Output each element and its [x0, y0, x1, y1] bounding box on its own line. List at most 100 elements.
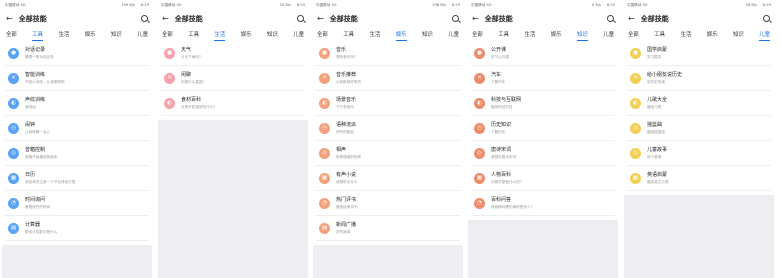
- tab-0[interactable]: 全部: [6, 30, 17, 38]
- tab-2[interactable]: 生活: [524, 30, 535, 38]
- skill-item[interactable]: ● 天气 今天下雨吗？: [161, 41, 305, 66]
- skill-item[interactable]: ◎ 儿童故事 讲个故事: [627, 141, 771, 166]
- skill-item[interactable]: ✕ 智能训练 不如小训练，让我更聪明: [5, 66, 149, 91]
- skill-item[interactable]: ◐ 场景音乐 下午茶音乐: [316, 91, 460, 116]
- tab-3[interactable]: 娱乐: [707, 30, 718, 38]
- tab-4[interactable]: 知识: [733, 30, 744, 38]
- skill-texts: 新闻广播 好的新闻: [336, 221, 356, 235]
- skill-texts: 音乐推荐 为你推荐好听的: [336, 71, 361, 85]
- category-tabs: 全部 工具 生活 娱乐 知识 儿童: [624, 27, 774, 41]
- tab-4[interactable]: 知识: [422, 30, 433, 38]
- back-arrow-icon[interactable]: ←: [162, 14, 169, 23]
- skill-item[interactable]: ◐ 儿歌大全 播放儿歌: [627, 91, 771, 116]
- tab-3[interactable]: 娱乐: [551, 30, 562, 38]
- tab-2[interactable]: 生活: [369, 30, 380, 38]
- tab-5[interactable]: 儿童: [759, 30, 770, 41]
- skill-item[interactable]: ◷ 闹钟 让我再睡一会儿: [5, 116, 149, 141]
- network-speed: 298 B/s: [432, 3, 446, 7]
- skill-item[interactable]: ◐ 食材百科 总是不知道该吃什么？: [161, 91, 305, 116]
- skill-texts: 汽车 了解汽车: [491, 71, 505, 85]
- tab-3[interactable]: 娱乐: [241, 30, 252, 38]
- skill-item[interactable]: ▤ 新闻广播 好的新闻: [316, 216, 460, 241]
- tab-5[interactable]: 儿童: [448, 30, 459, 38]
- skill-title: 音箱控制: [25, 147, 46, 153]
- skill-item[interactable]: ✕ 给小朋友说历史 讲历史故事: [627, 66, 771, 91]
- tab-5[interactable]: 儿童: [137, 30, 148, 38]
- skill-item[interactable]: ▦ 英语启蒙 播放英文儿歌: [627, 166, 771, 191]
- history-icon: ◷: [474, 122, 485, 134]
- carrier-text: 中国移动 4G: [5, 2, 26, 7]
- page-title: 全部技能: [484, 14, 513, 23]
- skill-subtitle: 今天下雨吗？: [181, 55, 203, 59]
- tab-0[interactable]: 全部: [628, 30, 639, 38]
- tab-1[interactable]: 工具: [343, 30, 354, 38]
- tab-0[interactable]: 全部: [162, 30, 173, 38]
- skill-item[interactable]: ◔ 时间询问 看看现在的时间: [5, 191, 149, 216]
- tab-1[interactable]: 工具: [654, 30, 665, 38]
- skill-texts: 相声 听郭德纲的相声: [336, 146, 361, 160]
- tab-0[interactable]: 全部: [472, 30, 483, 38]
- skill-item[interactable]: ◎ 音箱控制 音箱开始播放新版本: [5, 141, 149, 166]
- search-icon[interactable]: [452, 15, 459, 22]
- skill-item[interactable]: ◷ 摇篮曲 播放摇篮曲: [627, 116, 771, 141]
- skill-texts: 闹钟 让我再睡一会儿: [25, 121, 50, 135]
- tab-4[interactable]: 知识: [576, 30, 588, 41]
- calculator-icon: ▤: [8, 222, 19, 234]
- skill-item[interactable]: ◎ 相声 听郭德纲的相声: [316, 141, 460, 166]
- skill-item[interactable]: ✕ 音乐推荐 为你推荐好听的: [316, 66, 460, 91]
- skill-item[interactable]: ● 国学启蒙 学习国学: [627, 41, 771, 66]
- back-arrow-icon[interactable]: ←: [6, 14, 13, 23]
- skill-item[interactable]: ◔ 百科问答 珠穆朗玛峰的海拔是多少？: [471, 191, 615, 216]
- tab-2[interactable]: 生活: [680, 30, 691, 38]
- tab-5[interactable]: 儿童: [603, 30, 614, 38]
- back-arrow-icon[interactable]: ←: [317, 14, 324, 23]
- tab-3[interactable]: 娱乐: [395, 30, 407, 41]
- skill-item[interactable]: ◐ 科技与互联网 播放科技节目: [471, 91, 615, 116]
- skill-title: 音乐推荐: [336, 72, 357, 78]
- tab-5[interactable]: 儿童: [293, 30, 304, 38]
- skill-title: 摇篮曲: [647, 122, 663, 128]
- skill-item[interactable]: ◐ 声纹训练 我说话: [5, 91, 149, 116]
- tab-2[interactable]: 生活: [214, 30, 225, 41]
- tab-2[interactable]: 生活: [58, 30, 69, 38]
- tab-0[interactable]: 全部: [317, 30, 328, 38]
- skill-item[interactable]: ● 对话记录 看看一条对话记录: [5, 41, 149, 66]
- skill-item[interactable]: ▦ 有声小说 我想听点什么: [316, 166, 460, 191]
- search-icon[interactable]: [763, 15, 770, 22]
- search-icon[interactable]: [607, 15, 614, 22]
- back-arrow-icon[interactable]: ←: [628, 14, 635, 23]
- tab-4[interactable]: 知识: [111, 30, 122, 38]
- tab-1[interactable]: 工具: [32, 30, 43, 41]
- tab-1[interactable]: 工具: [498, 30, 509, 38]
- skill-subtitle: 珠穆朗玛峰的海拔是多少？: [491, 205, 535, 209]
- skill-title: 汽车: [491, 72, 502, 78]
- tab-1[interactable]: 工具: [188, 30, 199, 38]
- skill-item[interactable]: ◷ 历史知识 了解历史: [471, 116, 615, 141]
- app-header: ← 全部技能: [313, 10, 463, 27]
- skill-item[interactable]: ● 公开课 学习公开课: [471, 41, 615, 66]
- skill-item[interactable]: ◎ 唐诗宋词 我想听唐诗宋词: [471, 141, 615, 166]
- skill-list: ● 音乐 想听音乐吗？ ✕ 音乐推荐 为你推荐好听的 ◐ 场景音乐 下午茶音乐 ◷ 语种流派 好听的歌…: [313, 41, 463, 241]
- back-arrow-icon[interactable]: ←: [472, 14, 479, 23]
- skill-item[interactable]: ● 音乐 想听音乐吗？: [316, 41, 460, 66]
- tech-icon: ◐: [474, 97, 485, 109]
- skill-item[interactable]: ✕ 闲聊 你是什么星座？: [161, 66, 305, 91]
- search-icon[interactable]: [141, 15, 148, 22]
- skill-title: 时间询问: [25, 197, 46, 203]
- skill-item[interactable]: ▦ 日历 添加和关注某一个节日或者日程: [5, 166, 149, 191]
- music-icon: ●: [319, 47, 330, 59]
- story-icon: ◎: [630, 147, 641, 159]
- skill-item[interactable]: ▤ 计算器 帮你计算数字是什么: [5, 216, 149, 241]
- tab-3[interactable]: 娱乐: [85, 30, 96, 38]
- skill-item[interactable]: ◔ 热门评书 播放经典评书: [316, 191, 460, 216]
- skill-item[interactable]: ✕ 汽车 了解汽车: [471, 66, 615, 91]
- tab-4[interactable]: 知识: [267, 30, 278, 38]
- skill-texts: 对话记录 看看一条对话记录: [25, 46, 54, 60]
- skill-subtitle: 好听的歌曲: [336, 130, 354, 134]
- search-icon[interactable]: [297, 15, 304, 22]
- skill-item[interactable]: ◷ 语种流派 好听的歌曲: [316, 116, 460, 141]
- skill-item[interactable]: ▦ 人物百科 刘德华是做什么的？: [471, 166, 615, 191]
- skill-list: ● 对话记录 看看一条对话记录 ✕ 智能训练 不如小训练，让我更聪明 ◐ 声纹训练 我说话 ◷ 闹钟…: [2, 41, 152, 241]
- category-tabs: 全部 工具 生活 娱乐 知识 儿童: [158, 27, 308, 41]
- skill-texts: 国学启蒙 学习国学: [647, 46, 667, 60]
